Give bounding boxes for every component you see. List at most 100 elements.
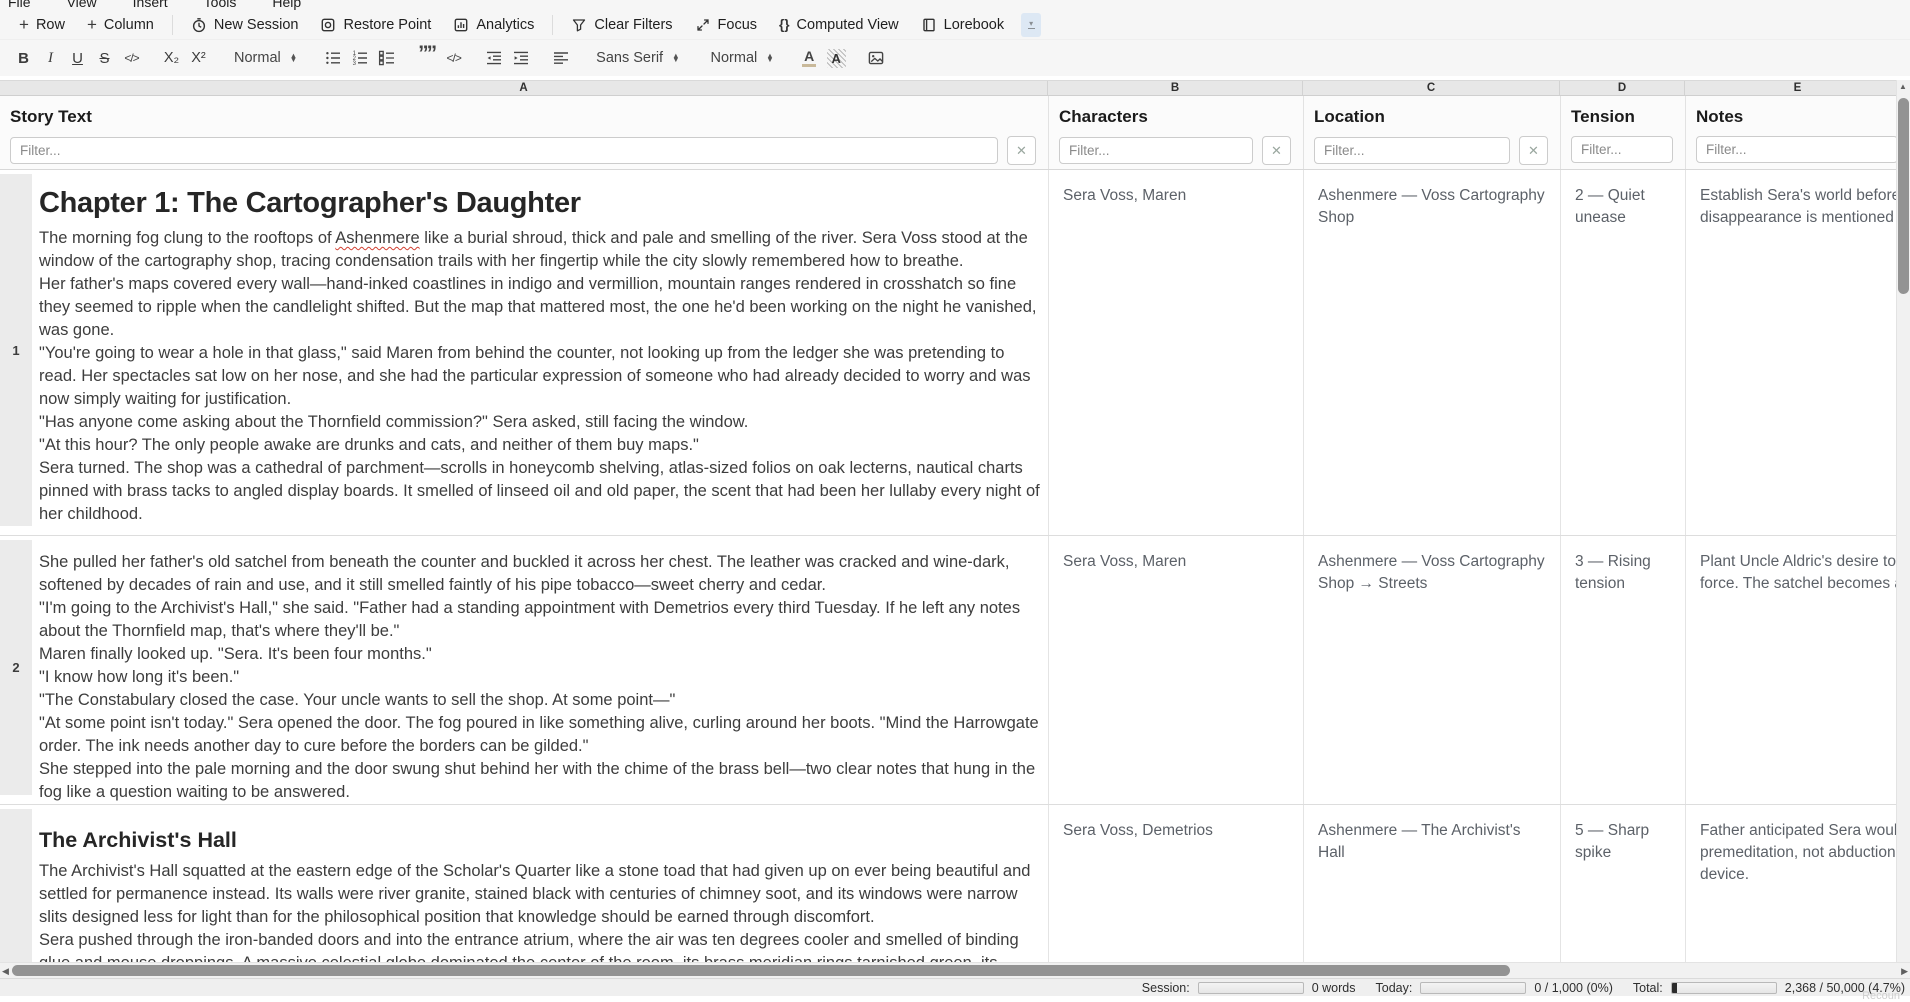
notes-cell[interactable]: Father anticipated Sera would copremedit… (1685, 805, 1910, 962)
notes-filter-input[interactable] (1696, 136, 1898, 163)
recount-hint: Recoun (1862, 990, 1900, 1002)
strikethrough-button[interactable]: S (91, 45, 118, 71)
menu-insert[interactable]: Insert (133, 0, 168, 4)
restore-point-button[interactable]: Restore Point (309, 14, 442, 36)
bold-button[interactable]: B (10, 45, 37, 71)
clear-filters-button[interactable]: Clear Filters (560, 14, 683, 36)
header-location: Location ✕ (1303, 96, 1560, 169)
add-column-button[interactable]: + Column (76, 14, 165, 36)
code-block-button[interactable]: </> (440, 45, 467, 71)
row-number-gutter[interactable]: 1 (0, 170, 32, 535)
align-button[interactable] (547, 45, 574, 71)
story-text-cell[interactable]: Chapter 1: The Cartographer's DaughterTh… (32, 170, 1048, 535)
tension-cell[interactable]: 3 — Rising tension (1560, 536, 1685, 804)
tension-cell[interactable]: 5 — Sharp spike (1560, 805, 1685, 962)
text-color-button[interactable]: A (796, 45, 823, 71)
location-filter-input[interactable] (1314, 137, 1510, 164)
horizontal-scrollbar-thumb[interactable] (12, 965, 1510, 976)
story-paragraph: Her father's maps covered every wall—han… (39, 273, 1040, 342)
location-cell[interactable]: Ashenmere — Voss Cartography Shop (1303, 170, 1560, 535)
font-family-dropdown[interactable]: Sans Serif ▲▼ (587, 50, 688, 66)
characters-cell[interactable]: Sera Voss, Maren (1048, 536, 1303, 804)
focus-button[interactable]: Focus (684, 14, 769, 36)
notes-line: device. (1700, 864, 1896, 886)
characters-cell[interactable]: Sera Voss, Demetrios (1048, 805, 1303, 962)
clear-filters-label: Clear Filters (594, 17, 672, 33)
italic-button[interactable]: I (37, 45, 64, 71)
notes-line: Establish Sera's world before disr (1700, 185, 1896, 207)
computed-view-button[interactable]: {} Computed View (768, 14, 910, 36)
menu-help[interactable]: Help (272, 0, 301, 4)
column-title: Characters (1059, 107, 1291, 127)
vertical-scrollbar-thumb[interactable] (1898, 98, 1909, 294)
grid-header-row: Story Text ✕ Characters ✕ Location ✕ Ten… (0, 96, 1910, 170)
story-paragraph: She stepped into the pale morning and th… (39, 758, 1040, 804)
font-size-dropdown[interactable]: Normal ▲▼ (702, 50, 783, 66)
analytics-button[interactable]: Analytics (442, 14, 545, 36)
numbered-list-button[interactable]: 123 (346, 45, 373, 71)
story-text-cell[interactable]: She pulled her father's old satchel from… (32, 536, 1048, 804)
row-number-gutter[interactable]: 3 (0, 805, 32, 962)
tension-filter-input[interactable] (1571, 136, 1673, 163)
column-title: Notes (1696, 107, 1898, 127)
row-number-gutter[interactable]: 2 (0, 536, 32, 804)
highlight-color-button[interactable]: A (823, 45, 850, 71)
total-label: Total: (1633, 981, 1663, 995)
column-title: Story Text (10, 107, 1036, 127)
menu-view[interactable]: View (67, 0, 97, 4)
grid-body: 1Chapter 1: The Cartographer's DaughterT… (0, 170, 1910, 962)
analytics-label: Analytics (476, 17, 534, 33)
story-paragraph: "At some point isn't today." Sera opened… (39, 712, 1040, 758)
vertical-scrollbar[interactable]: ▲ (1896, 80, 1910, 962)
horizontal-scrollbar[interactable]: ◀ ▶ (0, 962, 1910, 978)
location-cell[interactable]: Ashenmere — The Archivist's Hall (1303, 805, 1560, 962)
story-text-filter-input[interactable] (10, 137, 998, 164)
column-letter-c[interactable]: C (1303, 81, 1560, 95)
table-row: 3The Archivist's HallThe Archivist's Hal… (0, 805, 1910, 962)
add-row-label: Row (36, 17, 65, 33)
outdent-button[interactable] (480, 45, 507, 71)
characters-filter-input[interactable] (1059, 137, 1253, 164)
today-value: 0 / 1,000 (0%) (1534, 981, 1613, 995)
clear-filter-button[interactable]: ✕ (1519, 136, 1548, 165)
lorebook-button[interactable]: Lorebook (910, 14, 1015, 36)
story-paragraph: Sera pushed through the iron-banded door… (39, 929, 1040, 962)
new-session-button[interactable]: New Session (180, 14, 310, 36)
scroll-left-arrow-icon[interactable]: ◀ (2, 966, 9, 976)
inline-code-button[interactable]: </> (118, 45, 145, 71)
notes-line: Plant Uncle Aldric's desire to sell (1700, 551, 1896, 573)
indent-button[interactable] (507, 45, 534, 71)
clear-filter-button[interactable]: ✕ (1007, 136, 1036, 165)
story-text-cell[interactable]: The Archivist's HallThe Archivist's Hall… (32, 805, 1048, 962)
restore-point-label: Restore Point (343, 17, 431, 33)
subscript-button[interactable]: X₂ (158, 45, 185, 71)
notes-cell[interactable]: Establish Sera's world before disrdisapp… (1685, 170, 1910, 535)
insert-image-button[interactable] (863, 45, 890, 71)
image-icon (867, 49, 885, 67)
scroll-right-arrow-icon[interactable]: ▶ (1901, 966, 1908, 976)
clear-filter-button[interactable]: ✕ (1262, 136, 1291, 165)
characters-cell[interactable]: Sera Voss, Maren (1048, 170, 1303, 535)
column-letter-b[interactable]: B (1048, 81, 1303, 95)
row-number: 2 (0, 540, 32, 795)
bullet-list-button[interactable] (319, 45, 346, 71)
check-list-button[interactable] (373, 45, 400, 71)
column-letter-a[interactable]: A (0, 81, 1048, 95)
paragraph-style-dropdown[interactable]: Normal ▲▼ (225, 50, 306, 66)
blockquote-button[interactable]: ”” (413, 41, 440, 75)
table-row: 2She pulled her father's old satchel fro… (0, 536, 1910, 805)
add-row-button[interactable]: + Row (8, 14, 76, 36)
underline-button[interactable]: U (64, 45, 91, 71)
column-letter-e[interactable]: E (1685, 81, 1910, 95)
check-list-icon (378, 49, 396, 67)
focus-label: Focus (718, 17, 758, 33)
menu-file[interactable]: File (8, 0, 31, 4)
scroll-up-arrow-icon[interactable]: ▲ (1899, 83, 1907, 91)
tension-cell[interactable]: 2 — Quiet unease (1560, 170, 1685, 535)
toolbar-overflow-button[interactable]: ▾ (1021, 13, 1041, 37)
location-cell[interactable]: Ashenmere — Voss Cartography Shop → Stre… (1303, 536, 1560, 804)
menu-tools[interactable]: Tools (204, 0, 237, 4)
column-letter-d[interactable]: D (1560, 81, 1685, 95)
notes-cell[interactable]: Plant Uncle Aldric's desire to sellforce… (1685, 536, 1910, 804)
superscript-button[interactable]: X² (185, 45, 212, 71)
